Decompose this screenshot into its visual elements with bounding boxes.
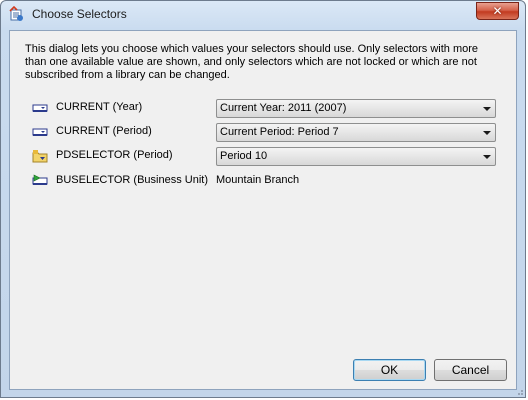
dropdown-value: Period 10 <box>220 150 268 162</box>
selector-static-value: Mountain Branch <box>216 174 300 186</box>
choose-selectors-dialog: Choose Selectors ✕ This dialog lets you … <box>0 0 526 398</box>
folder-selector-icon <box>32 150 48 163</box>
chevron-down-icon <box>483 155 491 159</box>
current-selector-icon <box>32 128 48 136</box>
chevron-down-icon <box>483 107 491 111</box>
dialog-description: This dialog lets you choose which values… <box>25 43 479 81</box>
selector-label: CURRENT (Period) <box>56 125 152 137</box>
dropdown-value: Current Year: 2011 (2007) <box>220 102 347 114</box>
selector-dropdown-pdselector[interactable]: Period 10 <box>216 147 496 166</box>
selector-row-current-period: CURRENT (Period) Current Period: Period … <box>32 123 502 142</box>
ok-button[interactable]: OK <box>353 359 426 381</box>
dialog-body: This dialog lets you choose which values… <box>9 30 517 390</box>
selector-label: BUSELECTOR (Business Unit) <box>56 174 209 186</box>
selector-dropdown-current-year[interactable]: Current Year: 2011 (2007) <box>216 99 496 118</box>
dropdown-value: Current Period: Period 7 <box>220 126 339 138</box>
chevron-down-icon <box>483 131 491 135</box>
report-app-icon <box>9 6 23 21</box>
selector-dropdown-current-period[interactable]: Current Period: Period 7 <box>216 123 496 142</box>
current-selector-icon <box>32 104 48 112</box>
title-bar[interactable]: Choose Selectors ✕ <box>1 1 525 29</box>
selector-label: PDSELECTOR (Period) <box>56 149 173 161</box>
selector-label: CURRENT (Year) <box>56 101 143 113</box>
selector-row-current-year: CURRENT (Year) Current Year: 2011 (2007) <box>32 99 502 118</box>
close-icon: ✕ <box>492 4 503 18</box>
window-title: Choose Selectors <box>32 7 127 21</box>
selector-row-buselector: BUSELECTOR (Business Unit) Mountain Bran… <box>32 172 502 190</box>
close-button[interactable]: ✕ <box>476 2 519 20</box>
selector-row-pdselector: PDSELECTOR (Period) Period 10 <box>32 147 502 166</box>
green-arrow-selector-icon <box>32 174 48 185</box>
resize-grip-icon[interactable] <box>514 386 524 396</box>
cancel-button[interactable]: Cancel <box>434 359 507 381</box>
